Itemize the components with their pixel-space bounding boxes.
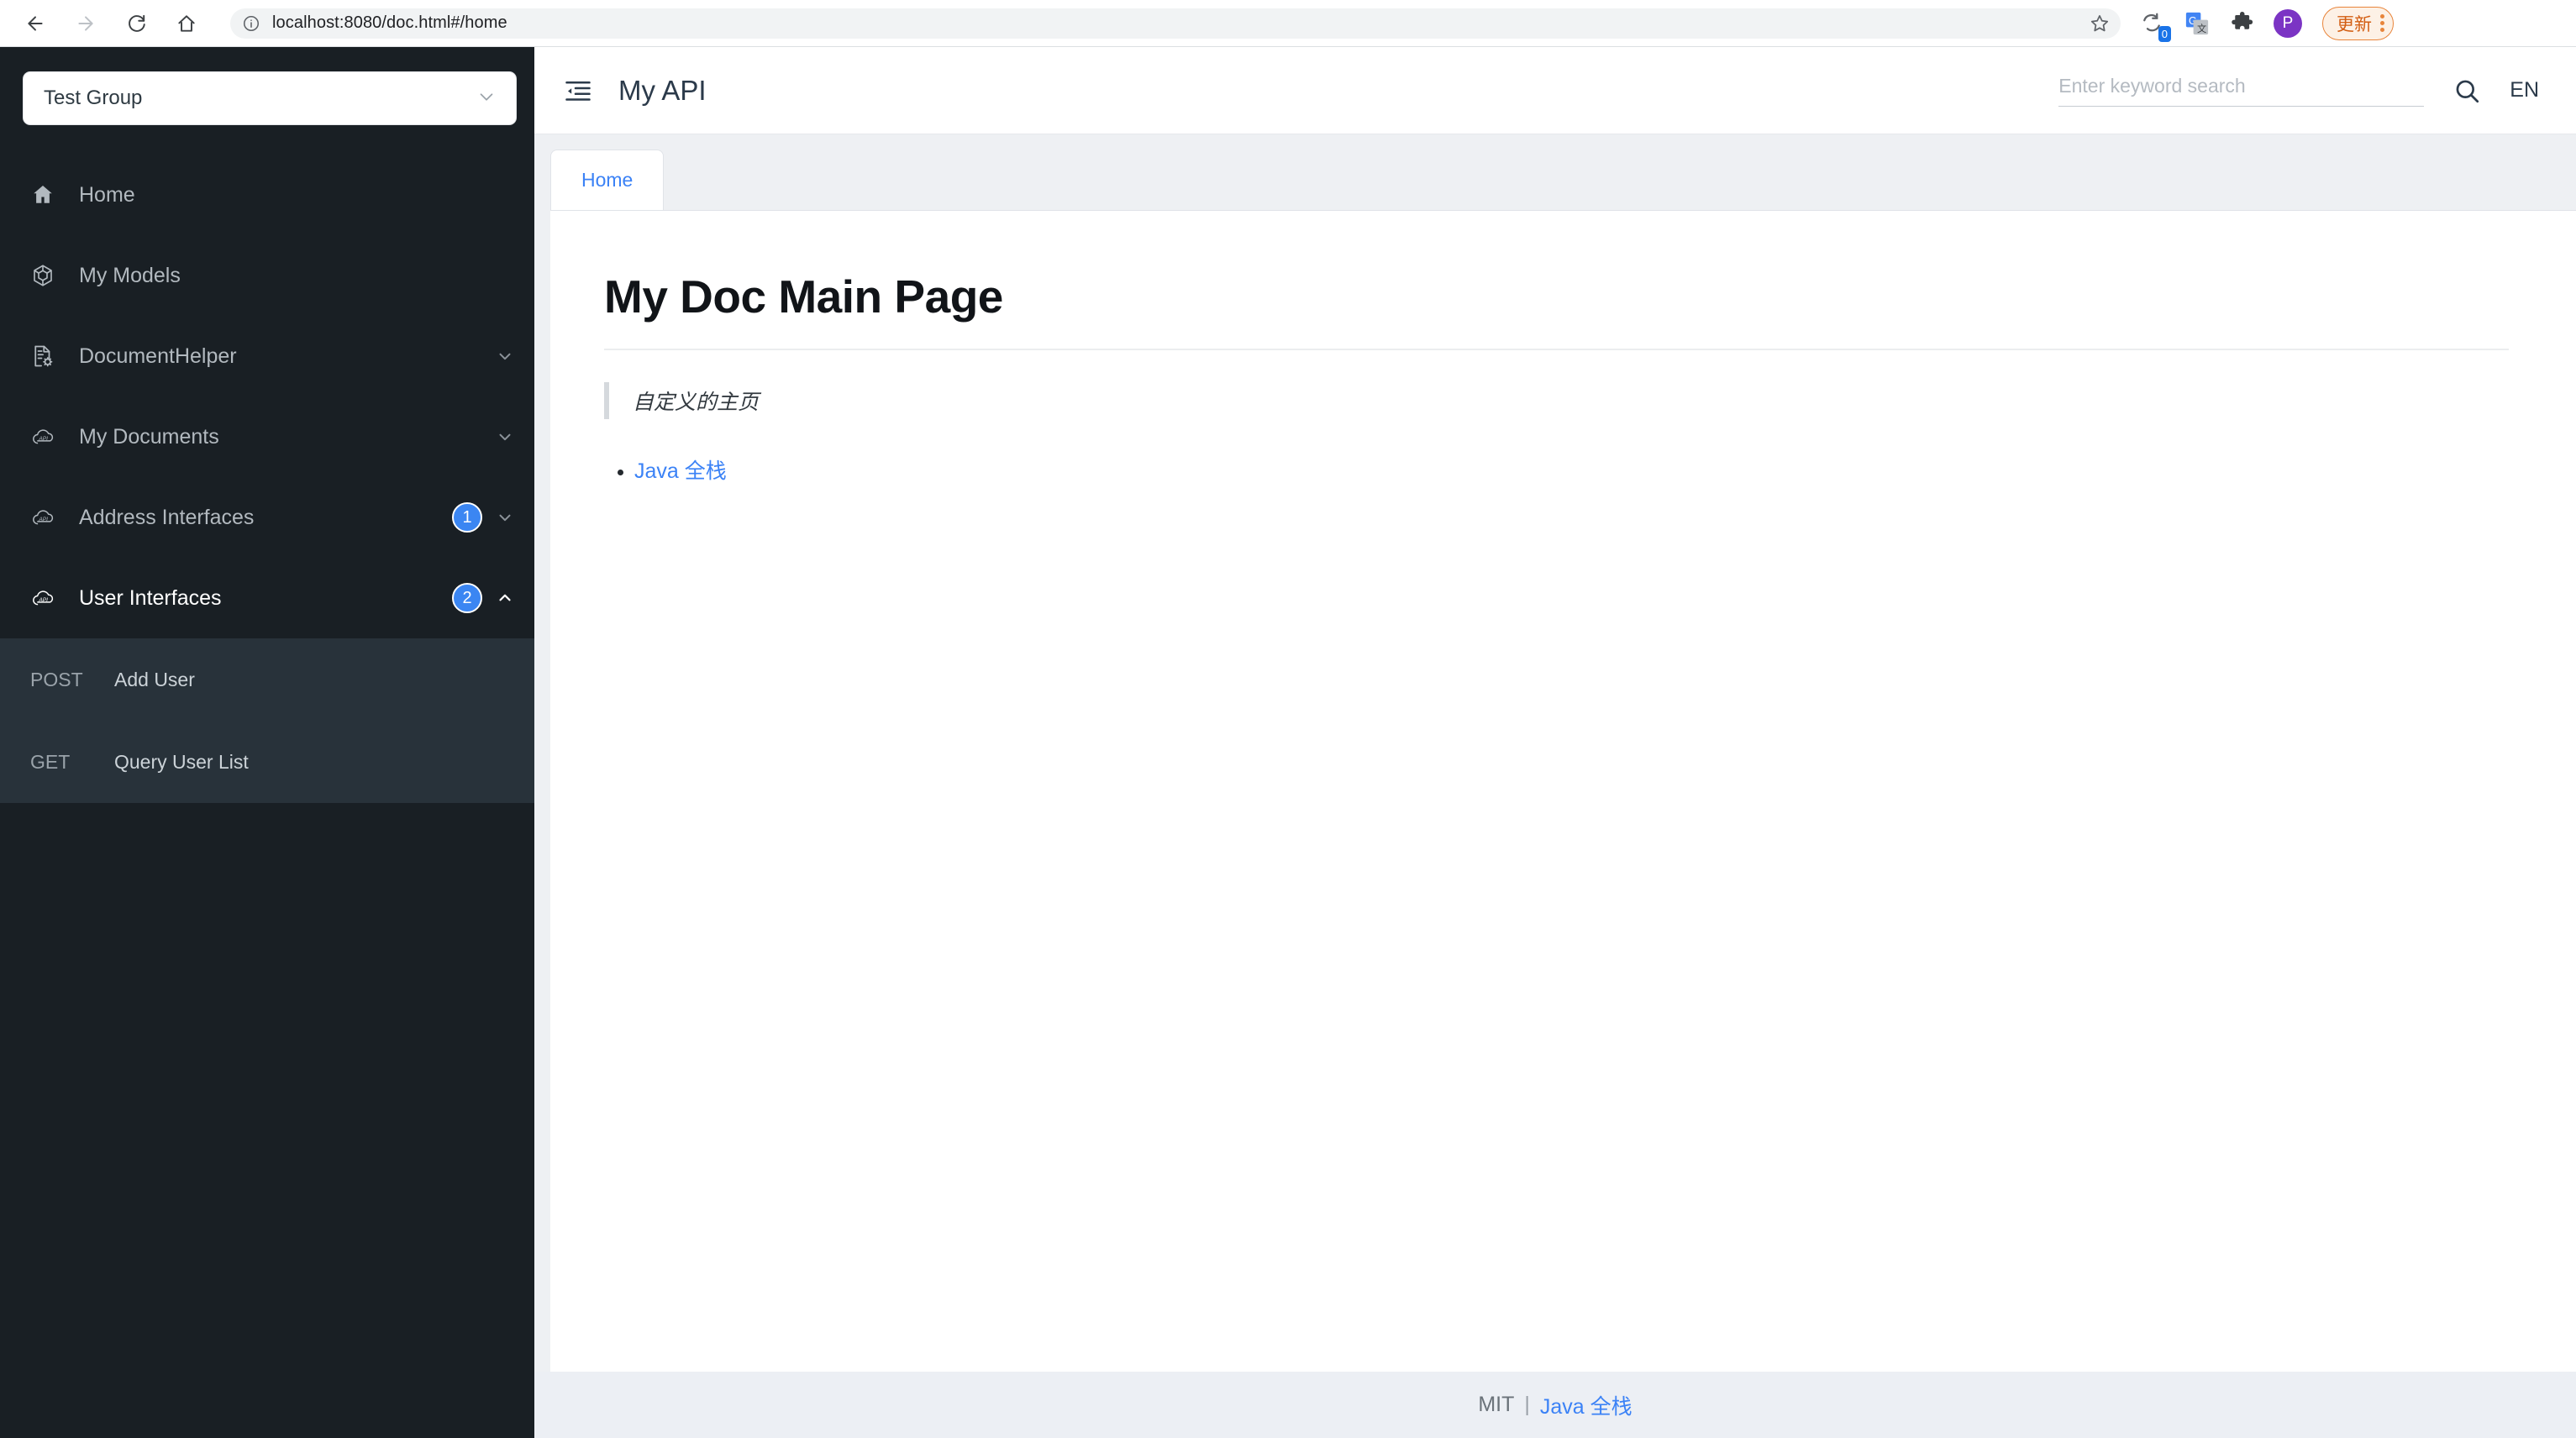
chevron-down-icon[interactable] bbox=[496, 508, 514, 527]
http-method-label: GET bbox=[30, 750, 71, 773]
language-label: EN bbox=[2510, 78, 2539, 102]
svg-text:API: API bbox=[38, 517, 48, 522]
profile-avatar[interactable]: P bbox=[2274, 8, 2302, 38]
reload-icon bbox=[129, 14, 145, 32]
google-translate-icon: G 文 bbox=[2185, 12, 2209, 34]
cloud-api-icon: API bbox=[30, 585, 64, 611]
tab-label: Home bbox=[581, 169, 633, 191]
cloud-api-icon: API bbox=[30, 423, 64, 450]
sidebar-nav: Home My Models DocumentHelper API My Doc… bbox=[0, 155, 534, 803]
content-area: My API EN Home M bbox=[534, 47, 2576, 1438]
sidebar-subitem-query-user-list[interactable]: GET Query User List bbox=[0, 721, 534, 803]
search-input[interactable] bbox=[2058, 74, 2425, 97]
sidebar-item-label: User Interfaces bbox=[79, 585, 222, 610]
back-arrow-icon bbox=[28, 15, 43, 31]
app-topbar: My API EN bbox=[534, 47, 2576, 134]
chrome-menu-icon[interactable] bbox=[2380, 14, 2384, 32]
update-label: 更新 bbox=[2337, 14, 2372, 34]
tab-strip: Home bbox=[534, 134, 2576, 210]
language-toggle[interactable]: EN bbox=[2510, 78, 2539, 102]
svg-text:API: API bbox=[38, 597, 48, 603]
chevron-down-icon[interactable] bbox=[496, 347, 514, 365]
sidebar-item-controls: 2 bbox=[452, 583, 514, 613]
browser-chrome: localhost:8080/doc.html#/home 0 G 文 P 更新 bbox=[0, 0, 2576, 47]
sidebar-item-documenthelper[interactable]: DocumentHelper bbox=[0, 316, 534, 396]
sidebar-item-home[interactable]: Home bbox=[0, 155, 534, 235]
footer-license: MIT bbox=[1478, 1393, 1515, 1416]
update-button[interactable]: 更新 bbox=[2322, 6, 2394, 40]
sidebar-item-controls bbox=[496, 347, 514, 365]
sidebar-item-label: My Documents bbox=[79, 424, 219, 449]
sync-badge-count: 0 bbox=[2158, 25, 2171, 42]
doc-gear-icon bbox=[30, 344, 64, 369]
group-select[interactable]: Test Group bbox=[24, 72, 516, 124]
sidebar-item-my-models[interactable]: My Models bbox=[0, 235, 534, 316]
address-bar-url: localhost:8080/doc.html#/home bbox=[272, 13, 507, 32]
sidebar-submenu-user-interfaces: POST Add User GET Query User List bbox=[0, 638, 534, 803]
document-panel: My Doc Main Page 自定义的主页 Java 全栈 bbox=[550, 210, 2576, 1419]
tab-home[interactable]: Home bbox=[550, 150, 665, 210]
browser-nav-buttons bbox=[0, 0, 210, 47]
svg-text:文: 文 bbox=[2197, 23, 2206, 34]
browser-action-icons: 0 G 文 P 更新 bbox=[2137, 6, 2407, 42]
extensions-button[interactable] bbox=[2228, 9, 2257, 38]
home-button[interactable] bbox=[163, 0, 210, 47]
sidebar-item-controls: 1 bbox=[452, 502, 514, 533]
footer-link[interactable]: Java 全栈 bbox=[1540, 1390, 1632, 1420]
puzzle-piece-icon bbox=[2232, 11, 2253, 29]
doc-heading: My Doc Main Page bbox=[604, 270, 2509, 350]
footer-separator: | bbox=[1524, 1393, 1530, 1416]
group-select-value: Test Group bbox=[44, 87, 143, 109]
reload-button[interactable] bbox=[113, 0, 160, 47]
status-badge: 1 bbox=[452, 502, 482, 533]
page-title: My API bbox=[618, 74, 707, 106]
back-button[interactable] bbox=[12, 0, 59, 47]
app-root: Test Group Home My Models DocumentHelper… bbox=[0, 47, 2576, 1438]
search-icon bbox=[2456, 80, 2479, 102]
topbar-right-actions: EN bbox=[2058, 74, 2539, 107]
sidebar-item-user-interfaces[interactable]: API User Interfaces 2 bbox=[0, 558, 534, 638]
cloud-api-icon: API bbox=[30, 504, 64, 531]
sidebar-subitem-add-user[interactable]: POST Add User bbox=[0, 638, 534, 721]
menu-fold-button[interactable] bbox=[560, 72, 597, 109]
sidebar-item-label: Address Interfaces bbox=[79, 505, 255, 529]
chevron-up-icon[interactable] bbox=[496, 589, 514, 607]
svg-text:API: API bbox=[38, 436, 48, 442]
cube-icon bbox=[30, 263, 64, 288]
sidebar-item-controls bbox=[496, 428, 514, 446]
http-method-label: POST bbox=[30, 668, 83, 690]
sidebar-subitem-label: Query User List bbox=[114, 750, 249, 773]
home-icon bbox=[178, 14, 195, 32]
sidebar: Test Group Home My Models DocumentHelper… bbox=[0, 47, 534, 1438]
sync-button[interactable]: 0 bbox=[2137, 9, 2171, 42]
chevron-down-icon[interactable] bbox=[496, 428, 514, 446]
search-field-wrapper bbox=[2058, 74, 2425, 107]
sidebar-item-label: DocumentHelper bbox=[79, 344, 237, 368]
translate-button[interactable]: G 文 bbox=[2183, 9, 2211, 38]
search-button[interactable] bbox=[2451, 75, 2483, 107]
address-bar[interactable]: localhost:8080/doc.html#/home bbox=[230, 8, 2121, 39]
forward-arrow-icon bbox=[78, 15, 93, 31]
app-footer: MIT | Java 全栈 bbox=[534, 1372, 2576, 1438]
sidebar-item-label: Home bbox=[79, 182, 135, 207]
profile-initial: P bbox=[2282, 13, 2294, 32]
list-item: Java 全栈 bbox=[634, 454, 2509, 485]
site-info-icon[interactable] bbox=[242, 14, 260, 33]
sidebar-item-address-interfaces[interactable]: API Address Interfaces 1 bbox=[0, 477, 534, 558]
sidebar-item-label: My Models bbox=[79, 263, 181, 287]
menu-fold-icon bbox=[565, 81, 591, 101]
doc-blockquote: 自定义的主页 bbox=[604, 382, 2509, 419]
bookmark-star-icon[interactable] bbox=[2089, 13, 2111, 34]
document-body: My Doc Main Page 自定义的主页 Java 全栈 bbox=[550, 211, 2576, 485]
doc-bullet-list: Java 全栈 bbox=[604, 454, 2509, 485]
sidebar-subitem-label: Add User bbox=[114, 668, 195, 690]
status-badge: 2 bbox=[452, 583, 482, 613]
chevron-down-icon bbox=[476, 86, 497, 112]
sidebar-item-my-documents[interactable]: API My Documents bbox=[0, 396, 534, 477]
home-icon bbox=[30, 182, 64, 207]
forward-button[interactable] bbox=[62, 0, 109, 47]
doc-link[interactable]: Java 全栈 bbox=[634, 459, 727, 483]
